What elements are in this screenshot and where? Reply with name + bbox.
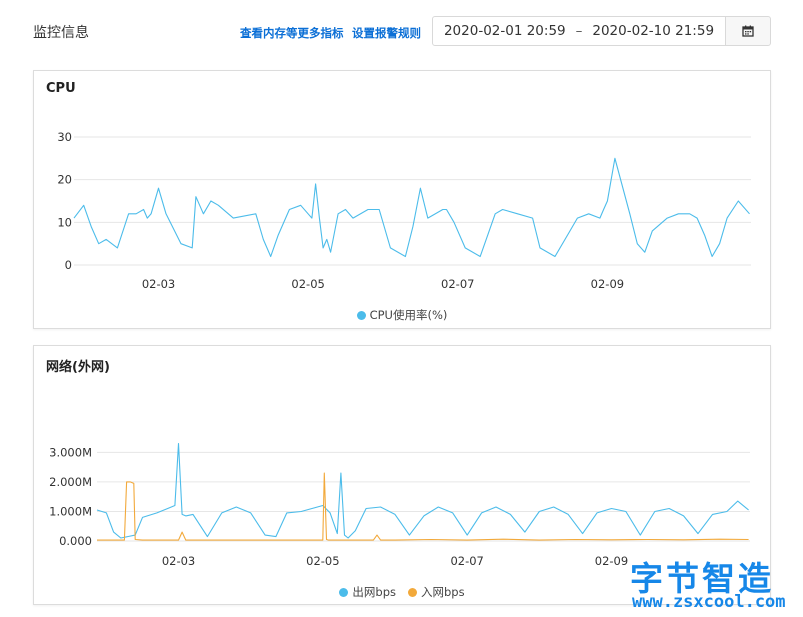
calendar-button[interactable] — [725, 16, 771, 46]
watermark-en: www.zsxcool.com — [632, 592, 786, 612]
alert-rules-link[interactable]: 设置报警规则 — [352, 25, 421, 41]
watermark-logo: 字节智造 www.zsxcool.com — [630, 552, 800, 614]
x-tick-label: 02-05 — [306, 554, 339, 568]
y-tick-label: 1.000M — [49, 504, 92, 518]
legend-item-out[interactable]: 出网bps — [339, 584, 396, 600]
date-range-picker[interactable]: 2020-02-01 20:59 – 2020-02-10 21:59 — [432, 16, 726, 46]
x-tick-label: 02-07 — [450, 554, 483, 568]
x-tick-label: 02-09 — [595, 554, 628, 568]
legend-dot-in — [408, 587, 417, 597]
y-tick-label: 2.000M — [49, 475, 92, 489]
page-title: 监控信息 — [33, 25, 89, 41]
y-tick-label: 0.000 — [59, 534, 92, 548]
series-line — [96, 442, 749, 539]
range-separator: – — [575, 23, 583, 39]
y-tick-label: 3.000M — [49, 445, 92, 459]
more-metrics-link[interactable]: 查看内存等更多指标 — [240, 25, 344, 41]
y-tick-label: 10 — [57, 215, 72, 229]
series-line — [97, 472, 749, 541]
range-end: 2020-02-10 21:59 — [592, 23, 715, 39]
legend-item-cpu-usage[interactable]: CPU使用率(%) — [356, 307, 448, 323]
x-tick-label: 02-05 — [291, 277, 324, 291]
cpu-legend: CPU使用率(%) — [34, 307, 770, 323]
cpu-chart: 0 10 20 30 02-03 02-05 02-07 02-09 — [57, 130, 751, 291]
range-start: 2020-02-01 20:59 — [443, 23, 566, 39]
x-tick-label: 02-09 — [591, 277, 624, 291]
y-tick-label: 20 — [57, 173, 72, 187]
legend-label-out: 出网bps — [352, 585, 396, 599]
legend-label-cpu: CPU使用率(%) — [369, 308, 448, 322]
legend-item-in[interactable]: 入网bps — [408, 584, 465, 600]
x-tick-label: 02-03 — [142, 277, 175, 291]
calendar-icon — [742, 25, 754, 37]
y-tick-label: 0 — [65, 258, 72, 272]
cpu-chart-panel: CPU 0 10 20 30 02-03 02-05 02-07 02-09 CPU使用率(%… — [33, 70, 771, 329]
series-line — [73, 157, 750, 258]
y-tick-label: 30 — [57, 130, 72, 144]
x-tick-label: 02-07 — [441, 277, 474, 291]
legend-dot-out — [339, 587, 349, 597]
x-tick-label: 02-03 — [162, 554, 195, 568]
legend-label-in: 入网bps — [421, 585, 465, 599]
legend-dot-cpu — [356, 310, 366, 320]
